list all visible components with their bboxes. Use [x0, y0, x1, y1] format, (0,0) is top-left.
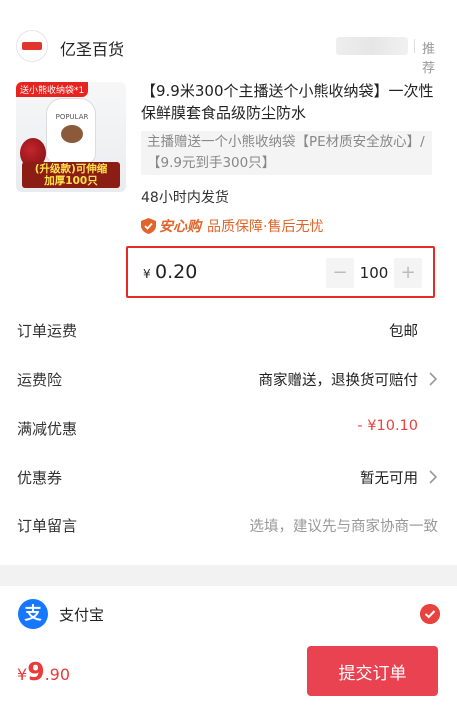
bottom-bar: ¥9.90 提交订单: [0, 630, 457, 715]
row-label: 满减优惠: [17, 420, 78, 438]
assure-badge[interactable]: 安心购 品质保障·售后无忧: [141, 216, 323, 236]
divider: [414, 39, 415, 53]
product-subtitle: 主播赠送一个小熊收纳袋【PE材质安全放心】/【9.9元到手300只】: [141, 131, 432, 175]
row-discount: 满减优惠 - ¥10.10: [0, 404, 457, 452]
decrease-button[interactable]: −: [326, 258, 354, 288]
bear-icon: [61, 125, 83, 143]
row-coupon[interactable]: 优惠券 暂无可用: [0, 453, 457, 501]
bag-image: POPULAR: [46, 98, 96, 164]
total-currency: ¥: [17, 665, 28, 684]
payment-name: 支付宝: [59, 606, 105, 624]
recommend-link[interactable]: 推荐: [422, 38, 441, 76]
row-order-note[interactable]: 订单留言 选填，建议先与商家协商一致: [0, 501, 457, 549]
total-integer: 9: [27, 657, 45, 686]
price-currency: ¥: [143, 267, 151, 281]
total-decimal: .90: [44, 665, 71, 684]
quantity-stepper: − 100 +: [326, 258, 422, 288]
blurred-region: [336, 37, 408, 55]
total-price: ¥9.90: [17, 657, 70, 686]
order-card: 亿圣百货 推荐 送小熊收纳袋*1 POPULAR (升级款)可伸缩 加厚100只…: [0, 0, 457, 565]
thumb-banner: (升级款)可伸缩 加厚100只: [22, 162, 120, 188]
store-name[interactable]: 亿圣百货: [60, 36, 124, 60]
assure-brand: 安心购: [159, 219, 201, 235]
submit-order-button[interactable]: 提交订单: [307, 646, 438, 696]
unit-price: 0.20: [155, 261, 198, 283]
chevron-right-icon: [429, 372, 438, 386]
chevron-right-icon: [429, 470, 438, 484]
alipay-icon: 支: [18, 599, 48, 629]
store-logo[interactable]: [16, 30, 48, 62]
row-value: 包邮: [389, 324, 418, 340]
shield-icon: [141, 218, 156, 234]
row-label: 运费险: [17, 371, 63, 389]
product-thumbnail[interactable]: 送小熊收纳袋*1 POPULAR (升级款)可伸缩 加厚100只: [16, 82, 126, 192]
quantity-value[interactable]: 100: [354, 258, 394, 288]
row-value: 暂无可用: [360, 471, 418, 487]
thumb-banner-line2: 加厚100只: [44, 175, 98, 187]
assure-text: 品质保障·售后无忧: [207, 219, 324, 235]
row-value: 商家赠送，退换货可赔付: [258, 373, 419, 389]
thumb-brand: POPULAR: [55, 113, 89, 121]
row-label: 订单运费: [17, 322, 78, 340]
price-quantity-box: ¥ 0.20 − 100 +: [126, 246, 435, 298]
row-label: 优惠券: [17, 469, 63, 487]
shipping-time: 48小时内发货: [141, 190, 229, 206]
row-shipping-insurance[interactable]: 运费险 商家赠送，退换货可赔付: [0, 355, 457, 403]
thumb-tag: 送小熊收纳袋*1: [16, 82, 89, 97]
increase-button[interactable]: +: [394, 258, 422, 288]
discount-value: - ¥10.10: [357, 418, 418, 434]
check-icon[interactable]: [420, 604, 440, 624]
store-header: 亿圣百货 推荐: [16, 28, 441, 76]
thumb-banner-line1: (升级款)可伸缩: [34, 163, 108, 175]
row-shipping-fee: 订单运费 包邮: [0, 306, 457, 354]
product-title: 【9.9米300个主播送个小熊收纳袋】一次性保鲜膜套食品级防尘防水: [141, 82, 434, 122]
order-note-input[interactable]: 选填，建议先与商家协商一致: [250, 515, 439, 536]
row-label: 订单留言: [17, 517, 78, 535]
